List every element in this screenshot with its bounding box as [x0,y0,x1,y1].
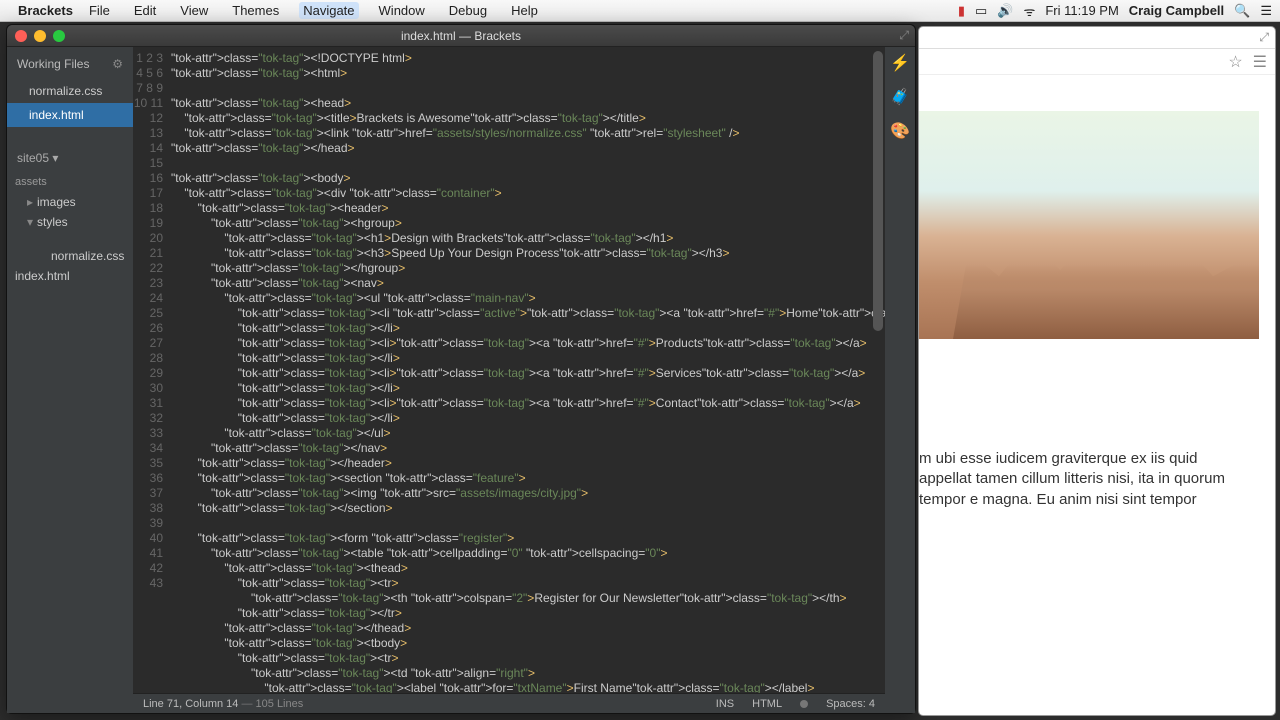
code-editor[interactable]: 1 2 3 4 5 6 7 8 9 10 11 12 13 14 15 16 1… [133,47,885,693]
window-title: index.html — Brackets [7,29,915,43]
status-dot-icon [800,700,808,708]
tree-item[interactable]: ▸images [7,192,133,212]
menu-list-icon[interactable]: ☰ [1260,3,1272,19]
menu-themes[interactable]: Themes [228,2,283,19]
volume-icon[interactable]: 🔊 [997,3,1013,19]
preview-feature-image [919,111,1259,339]
live-preview-window: ⤢ ☆ ☰ m ubi esse iudicem graviterque ex … [918,26,1276,716]
menu-debug[interactable]: Debug [445,2,491,19]
live-preview-icon[interactable]: ⚡ [890,53,910,73]
preview-paragraph: m ubi esse iudicem graviterque ex iis qu… [919,449,1259,510]
tree-item[interactable]: normalize.css [7,232,133,266]
menu-view[interactable]: View [176,2,212,19]
hamburger-menu-icon[interactable]: ☰ [1253,52,1267,72]
code-content[interactable]: "tok-attr">class="tok-tag"><!DOCTYPE htm… [169,47,885,693]
extensions-icon[interactable]: 🧳 [890,87,910,107]
preview-addressbar[interactable]: ☆ ☰ [919,49,1275,75]
sidebar: Working Files ⚙ normalize.cssindex.html … [7,47,133,713]
menu-file[interactable]: File [85,2,114,19]
preview-titlebar[interactable]: ⤢ [919,27,1275,49]
language-mode[interactable]: HTML [752,698,782,710]
menubar-clock[interactable]: Fri 11:19 PM [1045,3,1118,18]
app-name[interactable]: Brackets [18,3,73,18]
tree-root[interactable]: assets [7,170,133,192]
bookmark-star-icon[interactable]: ☆ [1228,52,1242,72]
indent-setting[interactable]: Spaces: 4 [826,698,875,710]
insert-mode[interactable]: INS [716,698,734,710]
wifi-icon[interactable]: ᯤ [1023,2,1035,20]
themes-icon[interactable]: 🎨 [890,121,910,141]
record-icon[interactable]: ▮ [958,3,965,19]
preview-body: m ubi esse iudicem graviterque ex iis qu… [919,75,1275,715]
project-selector[interactable]: site05 ▾ [7,143,133,170]
airplay-icon[interactable]: ▭ [975,3,987,19]
working-file[interactable]: normalize.css [7,79,133,103]
working-files-header[interactable]: Working Files [17,57,89,71]
brackets-window: index.html — Brackets ⤢ Working Files ⚙ … [6,24,916,714]
fullscreen-icon[interactable]: ⤢ [899,28,909,43]
mac-menubar: Brackets File Edit View Themes Navigate Windo… [0,0,1280,22]
gear-icon[interactable]: ⚙ [112,57,123,71]
total-lines: 105 Lines [256,698,304,710]
tree-item[interactable]: ▾styles [7,212,133,232]
editor-scrollbar-thumb[interactable] [873,51,883,331]
window-titlebar[interactable]: index.html — Brackets ⤢ [7,25,915,47]
line-number-gutter: 1 2 3 4 5 6 7 8 9 10 11 12 13 14 15 16 1… [133,47,169,693]
tree-item[interactable]: index.html [7,266,133,286]
menu-help[interactable]: Help [507,2,542,19]
working-file[interactable]: index.html [7,103,133,127]
statusbar: Line 71, Column 14 — 105 Lines INS HTML … [133,693,885,713]
menubar-user[interactable]: Craig Campbell [1129,3,1224,18]
spotlight-search-icon[interactable]: 🔍 [1234,3,1250,19]
cursor-position[interactable]: Line 71, Column 14 [143,698,238,710]
menu-window[interactable]: Window [375,2,429,19]
maximize-icon[interactable]: ⤢ [1259,30,1269,45]
right-toolbar: ⚡ 🧳 🎨 [885,47,915,713]
menu-edit[interactable]: Edit [130,2,160,19]
menu-navigate[interactable]: Navigate [299,2,358,19]
